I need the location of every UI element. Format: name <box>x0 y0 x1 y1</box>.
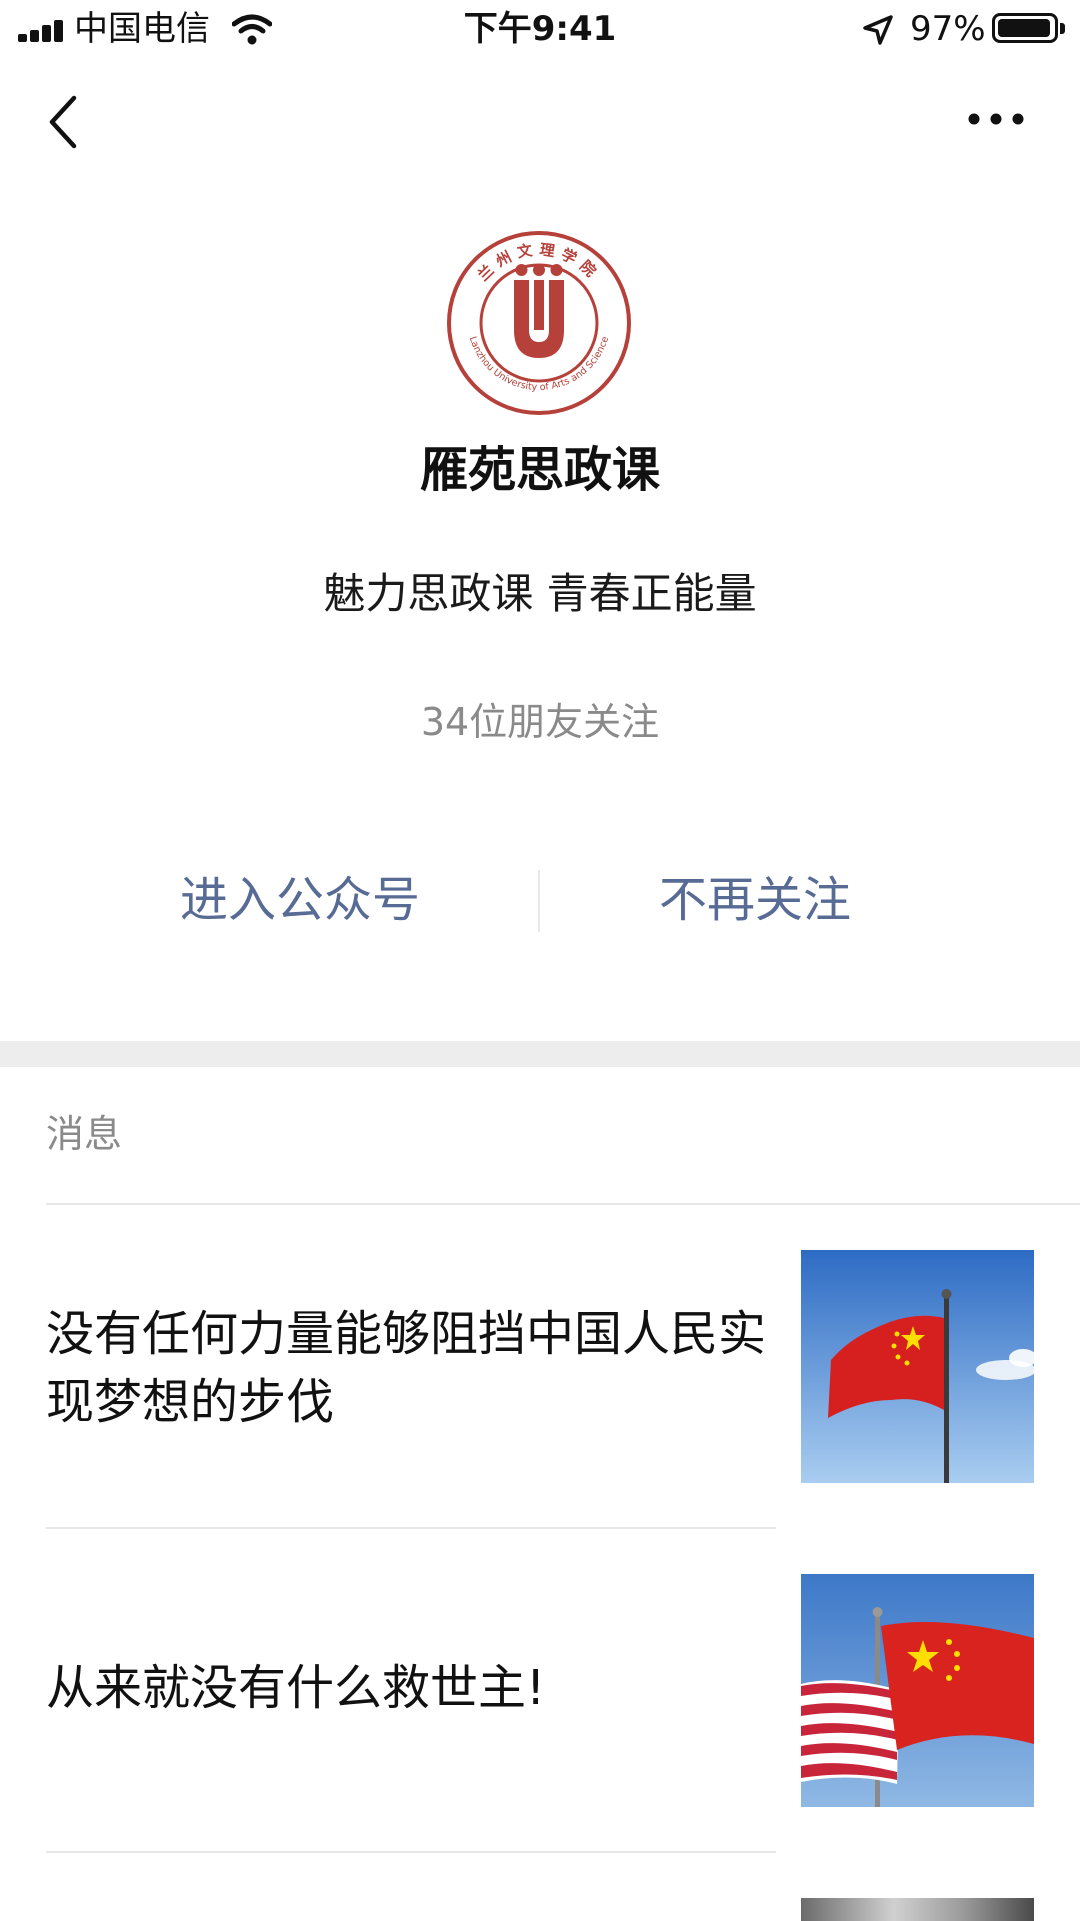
enter-account-button[interactable]: 进入公众号 <box>130 860 470 940</box>
status-bar: 中国电信 下午9:41 97% <box>0 0 1080 60</box>
account-actions: 进入公众号 不再关注 <box>0 860 1080 940</box>
us-and-chinese-flags-photo <box>801 1574 1034 1807</box>
unfollow-button[interactable]: 不再关注 <box>600 860 910 940</box>
battery-percent: 97% <box>910 9 986 49</box>
article-title: 从来就没有什么救世主! <box>46 1660 546 1716</box>
battery-icon <box>992 13 1058 43</box>
location-arrow-icon <box>863 15 893 45</box>
messages-section-title: 消息 <box>46 1112 123 1156</box>
more-dots-icon[interactable] <box>966 104 1026 134</box>
article-thumbnail <box>801 1898 1034 1921</box>
account-tagline: 魅力思政课 青春正能量 <box>323 569 757 618</box>
section-separator <box>0 1041 1080 1067</box>
article-item[interactable]: 从来就没有什么救世主! <box>0 1528 1080 1852</box>
university-seal-logo: 兰州文理学院 Lanzhou University of Arts and Sc… <box>447 231 631 415</box>
article-title: 没有任何力量能够阻挡中国人民实现梦想的步伐 <box>46 1306 767 1430</box>
article-item[interactable] <box>0 1852 1080 1921</box>
chinese-flag-on-pole-photo <box>801 1250 1034 1483</box>
chevron-left-icon[interactable] <box>44 92 84 152</box>
action-divider <box>538 870 540 932</box>
friends-following-count[interactable]: 34位朋友关注 <box>0 696 1080 748</box>
account-name: 雁苑思政课 <box>419 442 660 498</box>
article-item[interactable]: 没有任何力量能够阻挡中国人民实现梦想的步伐 <box>0 1204 1080 1528</box>
battery-level-fill <box>998 19 1050 37</box>
battery-cap <box>1060 23 1065 34</box>
